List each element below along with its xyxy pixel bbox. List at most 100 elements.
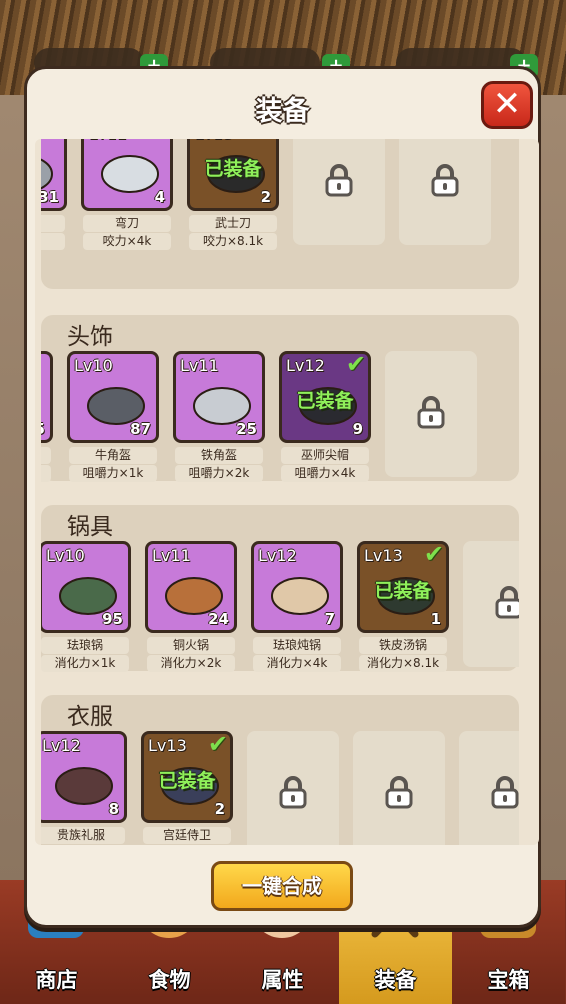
item-stat: 消化力×4k (253, 655, 341, 672)
item-name: 首 (41, 215, 65, 232)
item-level: Lv12 (42, 736, 81, 755)
section-title: 衣服 (67, 704, 113, 730)
item-name: 贵族礼服 (41, 827, 125, 844)
lock-icon (325, 164, 353, 197)
equipment-section: 刀具31首×2kLv124弯刀咬力×4kLv132已装备✔武士刀咬力×8.1k (41, 139, 519, 289)
nav-tab-label: 食物 (148, 968, 191, 992)
item-level: Lv11 (180, 356, 219, 375)
equipped-label: 已装备 (296, 390, 354, 412)
close-button[interactable]: ✕ (481, 81, 533, 129)
locked-slot-card (293, 139, 385, 245)
item-count: 1 (430, 610, 441, 628)
item-count: 245 (41, 420, 45, 438)
lock-icon (495, 586, 519, 619)
item-card: 31 (41, 139, 67, 211)
item-stat: 咀嚼力×512 (41, 465, 51, 482)
item-card: Lv12 8 (41, 731, 127, 823)
item-name: 弯刀 (83, 215, 171, 232)
modal-title: 装备 (255, 96, 310, 127)
check-icon: ✔ (423, 541, 444, 568)
equipped-label: 已装备 (374, 580, 432, 602)
locked-slot-card (385, 351, 477, 477)
item-strip[interactable]: v9245 海盗头巾咀嚼力×512 Lv10 87 牛角盔咀嚼力×1k Lv11 25 铁角盔… (41, 351, 519, 483)
equipped-label: 已装备 (158, 770, 216, 792)
item-level: Lv13 (194, 139, 233, 143)
equipment-scroll-area[interactable]: 刀具31首×2kLv124弯刀咬力×4kLv132已装备✔武士刀咬力×8.1k头… (35, 139, 539, 845)
item-count: 2 (214, 800, 225, 818)
lock-icon (417, 396, 445, 429)
nav-tab-label: 属性 (261, 968, 304, 992)
item-stat: 咬力×8.1k (189, 233, 277, 250)
item-name: 珐琅炖锅 (253, 637, 341, 654)
item-card: Lv13 2 已装备 ✔ (141, 731, 233, 823)
lock-icon (431, 164, 459, 197)
merge-all-button[interactable]: 一键合成 (211, 861, 353, 911)
nav-tab-label: 商店 (35, 968, 78, 992)
item-name: 海盗头巾 (41, 447, 51, 464)
item-name: 武士刀 (189, 215, 277, 232)
check-icon: ✔ (207, 731, 228, 758)
item-name: 巫师尖帽 (281, 447, 369, 464)
item-card: Lv12 9 已装备 ✔ (279, 351, 371, 443)
item-strip[interactable]: Lv12 8 贵族礼服 Lv13 2 已装备 ✔ 宫廷侍卫 (41, 731, 519, 845)
equipment-modal: 装备 ✕ 刀具31首×2kLv124弯刀咬力×4kLv132已装备✔武士刀咬力×… (24, 66, 541, 928)
item-name: 牛角盔 (69, 447, 157, 464)
item-count: 8 (108, 800, 119, 818)
item-count: 7 (324, 610, 335, 628)
item-stat: 咀嚼力×2k (175, 465, 263, 482)
item-level: Lv12 (258, 546, 297, 565)
item-strip[interactable]: 31 首×2k Lv12 4 弯刀咬力×4k Lv13 2 已装备 ✔ 武士刀咬力×8.1k (41, 139, 519, 251)
item-count: 2 (260, 188, 271, 206)
item-level: Lv10 (74, 356, 113, 375)
equipment-section: 衣服 Lv12 8 贵族礼服 Lv13 2 已装备 ✔ 宫廷侍卫 (41, 695, 519, 845)
item-stat: 咀嚼力×1k (69, 465, 157, 482)
equipment-section: 头饰 v9245 海盗头巾咀嚼力×512 Lv10 87 牛角盔咀嚼力×1k Lv11 25 铁… (41, 315, 519, 483)
item-level: Lv13 (148, 736, 187, 755)
item-level: Lv10 (46, 546, 85, 565)
item-count: 9 (352, 420, 363, 438)
item-card: Lv11 24 (145, 541, 237, 633)
item-stat: 咀嚼力×4k (281, 465, 369, 482)
section-title: 头饰 (67, 324, 113, 350)
nav-tab-label: 装备 (374, 968, 417, 992)
locked-slot-card (399, 139, 491, 245)
item-name: 珐琅锅 (41, 637, 129, 654)
item-card: Lv13 2 已装备 ✔ (187, 139, 279, 211)
item-card: Lv11 25 (173, 351, 265, 443)
locked-slot-card (459, 731, 519, 845)
item-count: 4 (154, 188, 165, 206)
equipped-label: 已装备 (204, 158, 262, 180)
item-level: Lv12 (286, 356, 325, 375)
item-level: Lv11 (152, 546, 191, 565)
lock-icon (385, 776, 413, 809)
item-card: Lv13 1 已装备 ✔ (357, 541, 449, 633)
item-stat: 咬力×4k (83, 233, 171, 250)
lock-icon (279, 776, 307, 809)
locked-slot-card (247, 731, 339, 845)
item-count: 95 (102, 610, 123, 628)
item-name: 铜火锅 (147, 637, 235, 654)
item-level: Lv13 (364, 546, 403, 565)
item-level: Lv12 (88, 139, 127, 143)
item-count: 31 (41, 188, 59, 206)
item-card: v9245 (41, 351, 53, 443)
item-strip[interactable]: Lv10 95 珐琅锅 消化力×1k Lv11 24 铜火锅 消化力×2k Lv12 7 珐琅炖锅消… (41, 541, 519, 673)
close-icon: ✕ (492, 84, 522, 124)
section-title: 锅具 (67, 514, 113, 540)
item-stat: 消化力×1k (41, 655, 129, 672)
equipment-section: 锅具 Lv10 95 珐琅锅 消化力×1k Lv11 24 铜火锅 消化力×2k Lv12 7 珐琅炖… (41, 505, 519, 673)
item-card: Lv10 87 (67, 351, 159, 443)
item-count: 87 (130, 420, 151, 438)
lock-icon (491, 776, 519, 809)
locked-slot-card (463, 541, 519, 667)
item-stat: 消化力×8.1k (359, 655, 447, 672)
item-card: Lv12 7 (251, 541, 343, 633)
item-name: 宫廷侍卫 (143, 827, 231, 844)
locked-slot-card (353, 731, 445, 845)
item-stat: 消化力×2k (147, 655, 235, 672)
nav-tab-label: 宝箱 (487, 968, 530, 992)
item-count: 25 (236, 420, 257, 438)
check-icon: ✔ (254, 139, 274, 146)
item-count: 24 (208, 610, 229, 628)
item-card: Lv10 95 (41, 541, 131, 633)
